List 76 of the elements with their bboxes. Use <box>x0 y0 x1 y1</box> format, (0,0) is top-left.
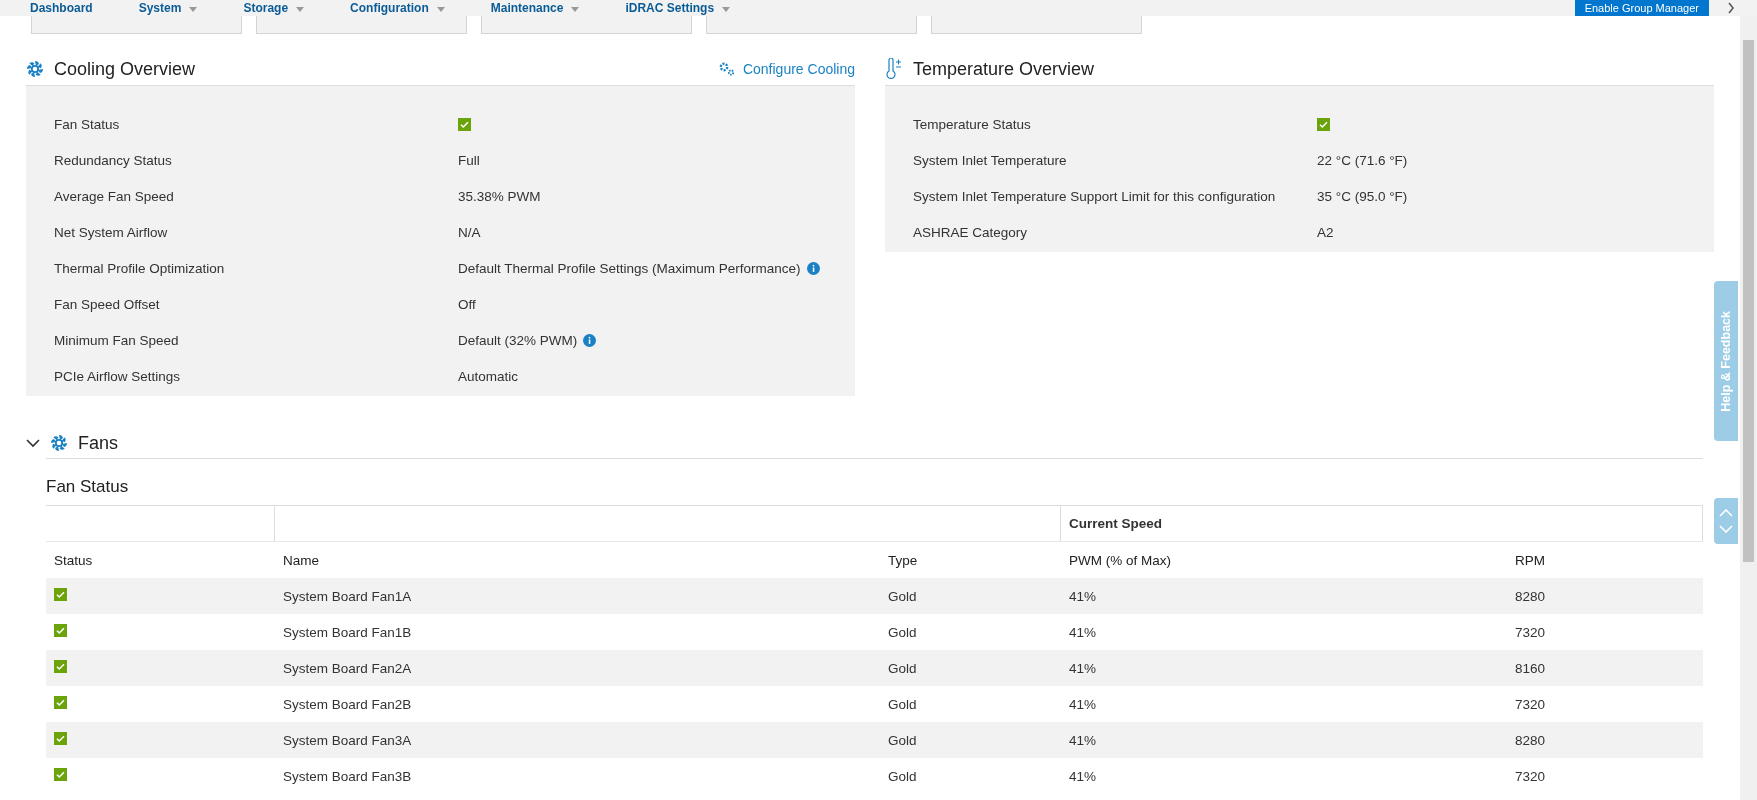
table-cell-text: 8280 <box>1514 588 1547 604</box>
property-label: Fan Speed Offset <box>54 296 161 312</box>
chevron-down-icon[interactable] <box>26 438 40 448</box>
property-label: System Inlet Temperature <box>913 152 1068 168</box>
table-cell-text: Gold <box>887 660 918 676</box>
property-value: Full <box>458 152 480 168</box>
info-icon[interactable] <box>806 261 820 275</box>
column-header: RPM <box>1514 552 1546 568</box>
property-label: Temperature Status <box>913 116 1032 132</box>
section-title: Fans <box>78 432 119 454</box>
nav-menu-item[interactable]: Storage <box>243 1 305 15</box>
table-cell-text: Gold <box>887 588 918 604</box>
table-cell-text: System Board Fan1B <box>282 624 413 640</box>
scrollbar-thumb[interactable] <box>1743 40 1754 562</box>
section-title: Cooling Overview <box>54 58 196 80</box>
table-cell-text: 41% <box>1068 696 1098 712</box>
property-value: Automatic <box>458 368 519 384</box>
table-cell-text: 41% <box>1068 588 1098 604</box>
table-cell-text: Gold <box>887 624 918 640</box>
table-cell-text: System Board Fan2B <box>282 696 413 712</box>
property-label: Thermal Profile Optimization <box>54 260 226 276</box>
table-cell-text: 7320 <box>1514 696 1547 712</box>
property-value: N/A <box>458 224 481 240</box>
property-label: Minimum Fan Speed <box>54 332 180 348</box>
property-value: 22 °C (71.6 °F) <box>1317 152 1408 168</box>
property-label: System Inlet Temperature Support Limit for this configuration <box>913 188 1277 204</box>
table-cell-text: Gold <box>887 696 918 712</box>
table-title: Fan Status <box>46 459 1703 506</box>
property-label: Average Fan Speed <box>54 188 175 204</box>
property-label: Net System Airflow <box>54 224 169 240</box>
table-cell-text: 41% <box>1068 624 1098 640</box>
table-cell-text: 8160 <box>1514 660 1547 676</box>
gears-icon <box>718 62 735 76</box>
table-cell-text: 7320 <box>1514 768 1547 784</box>
nav-menu-item[interactable]: Configuration <box>350 1 445 15</box>
table-cell-text: 41% <box>1068 768 1098 784</box>
chevron-right-icon[interactable] <box>1727 2 1735 14</box>
property-label: Fan Status <box>54 116 121 132</box>
table-cell-text: System Board Fan3B <box>282 768 413 784</box>
thermometer-icon <box>885 58 903 80</box>
table-cell-text: 8280 <box>1514 732 1547 748</box>
property-label: ASHRAE Category <box>913 224 1029 240</box>
table-cell-text: 7320 <box>1514 624 1547 640</box>
table-cell-text: System Board Fan2A <box>282 660 413 676</box>
fan-icon <box>26 60 44 78</box>
scroll-up-down-control[interactable] <box>1714 498 1738 544</box>
nav-menu-item[interactable]: System <box>138 1 198 15</box>
column-header: Status <box>53 552 94 568</box>
nav-menu-item[interactable]: iDRAC Settings <box>625 1 731 15</box>
column-group-header: Current Speed <box>1061 506 1703 542</box>
enable-group-manager-button[interactable]: Enable Group Manager <box>1574 0 1709 16</box>
chevron-up-icon[interactable] <box>1719 509 1733 517</box>
info-icon[interactable] <box>583 333 597 347</box>
property-value: A2 <box>1317 224 1334 240</box>
table-cell-text: System Board Fan3A <box>282 732 413 748</box>
scrollbar[interactable] <box>1740 16 1757 800</box>
property-value: 35 °C (95.0 °F) <box>1317 188 1408 204</box>
table-cell-text: Gold <box>887 768 918 784</box>
nav-menu-item[interactable]: Maintenance <box>490 1 580 15</box>
configure-cooling-link[interactable]: Configure Cooling <box>718 61 855 77</box>
table-cell-text: 41% <box>1068 660 1098 676</box>
column-header: Type <box>887 552 919 568</box>
property-value: Default Thermal Profile Settings (Maximum Performance) <box>458 260 820 276</box>
section-title: Temperature Overview <box>913 58 1095 80</box>
column-header: PWM (% of Max) <box>1068 552 1172 568</box>
nav-menu-item[interactable]: Dashboard <box>30 1 93 15</box>
property-value: 35.38% PWM <box>458 188 541 204</box>
table-cell-text: System Board Fan1A <box>282 588 413 604</box>
fan-icon <box>50 434 68 452</box>
table-cell-text: Gold <box>887 732 918 748</box>
property-value: Off <box>458 296 476 312</box>
property-label: Redundancy Status <box>54 152 173 168</box>
property-value: Default (32% PWM) <box>458 332 597 348</box>
property-label: PCIe Airflow Settings <box>54 368 182 384</box>
column-header: Name <box>282 552 320 568</box>
table-cell-text: 41% <box>1068 732 1098 748</box>
